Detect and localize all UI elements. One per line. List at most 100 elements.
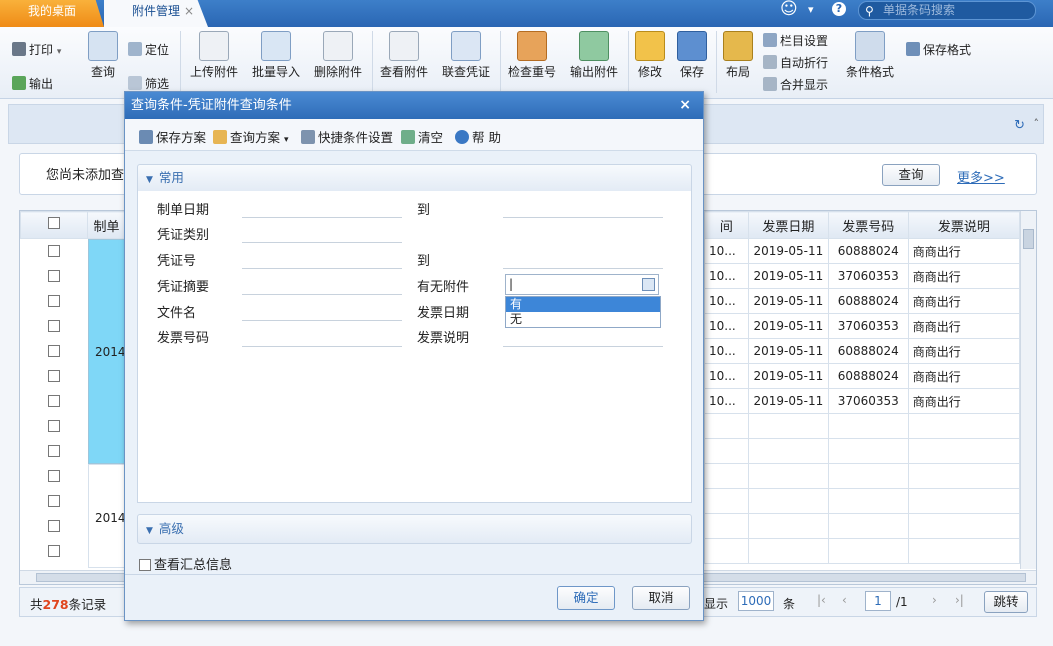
table-row[interactable]: 10... 2019-05-11 60888024 商商出行	[704, 238, 1021, 264]
last-page-icon[interactable]: ›|	[955, 593, 964, 607]
output-button[interactable]: 输出	[12, 75, 53, 92]
help-button[interactable]: 帮 助	[455, 127, 501, 146]
date-group-cell[interactable]: 2014-	[88, 239, 130, 464]
row-checkbox[interactable]	[48, 545, 60, 557]
summary-info-checkbox[interactable]: 查看汇总信息	[139, 554, 232, 573]
upload-attachment-button[interactable]: 上传附件	[186, 31, 242, 80]
row-checkbox[interactable]	[48, 270, 60, 282]
table-row[interactable]: 10... 2019-05-11 37060353 商商出行	[704, 388, 1021, 414]
column-header-invoice-date[interactable]: 发票日期	[747, 211, 829, 239]
merge-display-button[interactable]: 合并显示	[763, 76, 828, 93]
export-attachment-button[interactable]: 输出附件	[566, 31, 622, 80]
table-row[interactable]: 10... 2019-05-11 60888024 商商出行	[704, 338, 1021, 364]
column-header-invoice-description[interactable]: 发票说明	[907, 211, 1021, 239]
row-checkbox[interactable]	[48, 345, 60, 357]
more-link[interactable]: 更多>>	[957, 167, 1005, 186]
table-row[interactable]	[704, 413, 1021, 439]
table-row[interactable]: 10... 2019-05-11 37060353 商商出行	[704, 313, 1021, 339]
has-attachment-select[interactable]: |	[505, 274, 659, 295]
query-button[interactable]: 查询	[882, 164, 940, 186]
next-page-icon[interactable]: ›	[932, 593, 937, 607]
row-checkbox[interactable]	[48, 295, 60, 307]
help-icon[interactable]: ?	[832, 2, 846, 16]
column-header-date[interactable]: 制单	[87, 211, 126, 239]
refresh-icon[interactable]: ↻	[1014, 118, 1025, 133]
condition-format-button[interactable]: 条件格式	[842, 31, 898, 80]
smile-icon[interactable]: ☺	[780, 0, 798, 19]
file-name-input[interactable]	[242, 320, 402, 321]
row-checkbox[interactable]	[48, 320, 60, 332]
option-yes[interactable]: 有	[506, 297, 660, 312]
save-format-button[interactable]: 保存格式	[906, 41, 971, 58]
scrollbar-thumb[interactable]	[1023, 229, 1034, 249]
voucher-no-to-input[interactable]	[503, 268, 663, 269]
section-common-header[interactable]: ▼ 常用	[137, 164, 692, 192]
row-checkbox[interactable]	[48, 445, 60, 457]
tab-attachment-management[interactable]: 附件管理 ×	[104, 0, 208, 27]
batch-import-icon	[261, 31, 291, 61]
tab-my-desktop[interactable]: 我的桌面	[0, 0, 104, 27]
page-size-input[interactable]: 1000	[738, 591, 774, 611]
date-to-input[interactable]	[503, 217, 663, 218]
save-button[interactable]: 保存	[674, 31, 710, 80]
column-header-time[interactable]: 间	[704, 211, 749, 239]
row-checkbox[interactable]	[48, 520, 60, 532]
first-page-icon[interactable]: |‹	[817, 593, 826, 607]
section-advanced-header[interactable]: ▼ 高级	[137, 514, 692, 544]
close-icon[interactable]: ×	[679, 92, 691, 119]
voucher-no-from-input[interactable]	[242, 268, 402, 269]
quick-condition-settings-button[interactable]: 快捷条件设置	[301, 127, 393, 146]
link-voucher-button[interactable]: 联查凭证	[438, 31, 494, 80]
locate-button[interactable]: 定位	[128, 41, 169, 58]
invoice-desc-input[interactable]	[503, 346, 663, 347]
row-checkbox[interactable]	[48, 370, 60, 382]
confirm-button[interactable]: 确定	[557, 586, 615, 610]
save-plan-button[interactable]: 保存方案	[139, 127, 206, 146]
page-input[interactable]: 1	[865, 591, 891, 611]
row-checkbox[interactable]	[48, 495, 60, 507]
chevron-down-icon[interactable]: ▾	[808, 3, 814, 16]
collapse-icon[interactable]: ˄	[1034, 117, 1040, 130]
edit-button[interactable]: 修改	[632, 31, 668, 80]
batch-import-button[interactable]: 批量导入	[248, 31, 304, 80]
select-all-checkbox[interactable]	[19, 211, 89, 239]
prev-page-icon[interactable]: ‹	[842, 593, 847, 607]
column-settings-button[interactable]: 栏目设置	[763, 32, 828, 49]
check-duplicate-button[interactable]: 检查重号	[504, 31, 560, 80]
date-group-cell[interactable]: 2014-	[88, 464, 130, 568]
option-no[interactable]: 无	[506, 312, 660, 327]
table-row[interactable]: 10... 2019-05-11 37060353 商商出行	[704, 263, 1021, 289]
table-row[interactable]	[704, 538, 1021, 564]
voucher-type-input[interactable]	[242, 242, 402, 243]
filter-button[interactable]: 筛选	[128, 75, 169, 92]
vertical-scrollbar[interactable]	[1020, 211, 1036, 569]
barcode-search-input[interactable]: ⚲ 单据条码搜索	[858, 1, 1036, 20]
table-row[interactable]	[704, 438, 1021, 464]
dropdown-icon[interactable]	[642, 278, 655, 291]
table-row[interactable]	[704, 513, 1021, 539]
view-attachment-button[interactable]: 查看附件	[376, 31, 432, 80]
summary-input[interactable]	[242, 294, 402, 295]
query-plan-button[interactable]: 查询方案 ▾	[213, 127, 289, 146]
table-row[interactable]: 10... 2019-05-11 60888024 商商出行	[704, 288, 1021, 314]
row-checkbox[interactable]	[48, 245, 60, 257]
query-button[interactable]: 查询	[86, 31, 120, 80]
row-checkbox[interactable]	[48, 420, 60, 432]
close-tab-icon[interactable]: ×	[184, 0, 194, 23]
print-button[interactable]: 打印 ▾	[12, 41, 61, 58]
jump-button[interactable]: 跳转	[984, 591, 1028, 613]
table-row[interactable]	[704, 488, 1021, 514]
row-checkbox[interactable]	[48, 470, 60, 482]
clear-button[interactable]: 清空	[401, 127, 443, 146]
date-from-input[interactable]	[242, 217, 402, 218]
layout-button[interactable]: 布局	[720, 31, 756, 80]
delete-attachment-button[interactable]: 删除附件	[310, 31, 366, 80]
row-checkbox[interactable]	[48, 395, 60, 407]
invoice-no-input[interactable]	[242, 346, 402, 347]
column-header-invoice-number[interactable]: 发票号码	[827, 211, 909, 239]
auto-wrap-button[interactable]: 自动折行	[763, 54, 828, 71]
table-row[interactable]: 10... 2019-05-11 60888024 商商出行	[704, 363, 1021, 389]
cancel-button[interactable]: 取消	[632, 586, 690, 610]
dialog-title-bar[interactable]: 查询条件-凭证附件查询条件 ×	[125, 92, 703, 119]
table-row[interactable]	[704, 463, 1021, 489]
